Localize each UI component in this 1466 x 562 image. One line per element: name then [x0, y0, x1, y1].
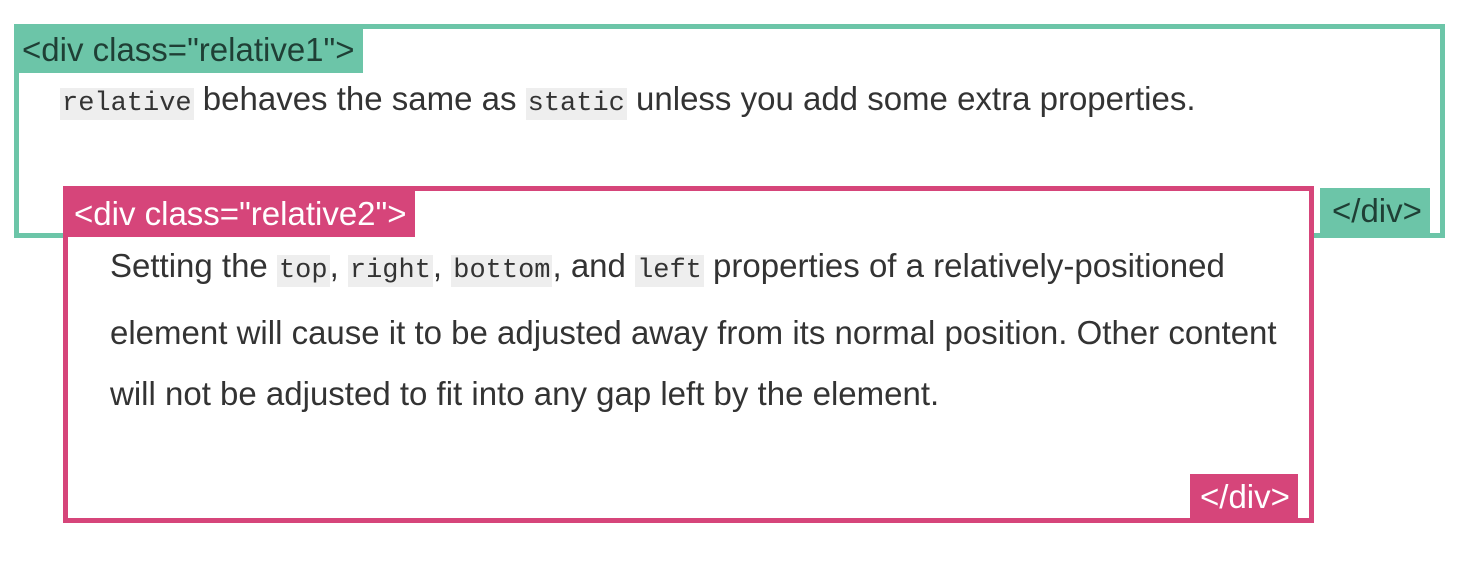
separator-1: ,	[329, 247, 348, 284]
code-top: top	[276, 255, 330, 287]
code-bottom: bottom	[451, 255, 553, 287]
separator-2: ,	[432, 247, 452, 284]
relative1-open-tag: <div class="relative1">	[14, 27, 363, 73]
code-left: left	[635, 255, 704, 287]
relative2-open-tag: <div class="relative2">	[66, 191, 415, 237]
separator-3: , and	[552, 247, 636, 284]
relative1-text-part2: unless you add some extra properties.	[626, 80, 1196, 117]
relative2-close-tag: </div>	[1190, 474, 1298, 520]
code-relative: relative	[60, 88, 194, 120]
code-static: static	[525, 88, 627, 120]
code-right: right	[347, 255, 433, 287]
relative1-text-part1: behaves the same as	[193, 80, 526, 117]
relative1-close-tag: </div>	[1320, 188, 1430, 234]
relative2-paragraph: Setting the top, right, bottom, and left…	[110, 235, 1280, 424]
relative2-text-intro: Setting the	[110, 247, 277, 284]
relative1-paragraph: relative behaves the same as static unle…	[60, 68, 1300, 135]
